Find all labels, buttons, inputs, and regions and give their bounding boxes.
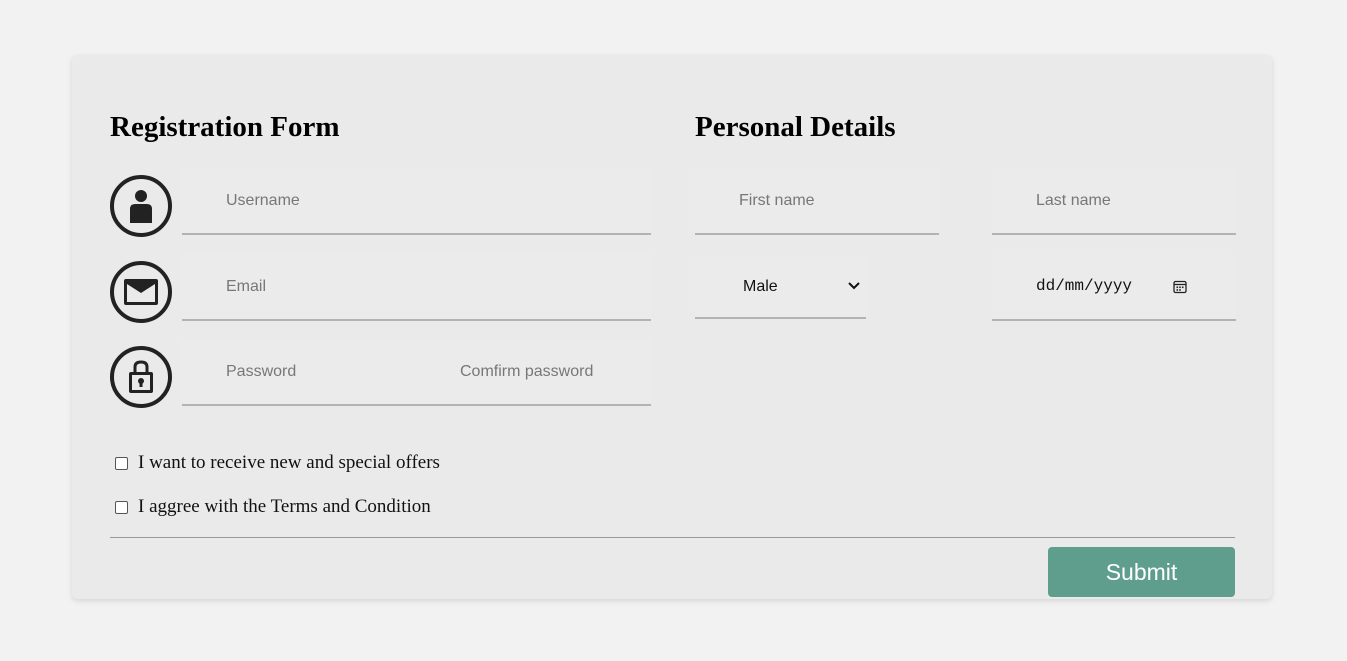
calendar-icon[interactable] <box>1173 280 1187 299</box>
birthdate-value: dd/mm/yyyy <box>1036 277 1133 295</box>
birthdate-field[interactable]: dd/mm/yyyy <box>992 255 1236 321</box>
offers-row: I want to receive new and special offers <box>115 452 440 474</box>
envelope-icon <box>110 261 172 323</box>
terms-checkbox[interactable] <box>115 500 128 514</box>
password-input[interactable] <box>182 339 416 404</box>
gender-select[interactable]: Male <box>695 256 866 319</box>
password-row <box>182 339 651 406</box>
user-icon <box>110 175 172 237</box>
divider <box>110 537 1235 538</box>
offers-checkbox[interactable] <box>115 456 128 470</box>
confirm-password-input[interactable] <box>416 339 651 404</box>
offers-label: I want to receive new and special offers <box>138 452 440 473</box>
username-input[interactable] <box>182 168 651 233</box>
registration-title: Registration Form <box>110 111 340 143</box>
username-field[interactable] <box>182 168 651 235</box>
first-name-field[interactable] <box>695 168 939 235</box>
email-input[interactable] <box>182 254 651 319</box>
lock-icon <box>110 346 172 408</box>
submit-button[interactable]: Submit <box>1048 547 1235 597</box>
personal-details-title: Personal Details <box>695 111 896 143</box>
email-field[interactable] <box>182 254 651 321</box>
terms-row: I aggree with the Terms and Condition <box>115 496 431 518</box>
last-name-field[interactable] <box>992 168 1236 235</box>
terms-label: I aggree with the Terms and Condition <box>138 496 431 517</box>
first-name-input[interactable] <box>695 168 939 233</box>
registration-card: Registration Form Personal Details Usern… <box>72 55 1272 599</box>
last-name-input[interactable] <box>992 168 1236 233</box>
gender-select-value: Male <box>743 277 778 295</box>
chevron-down-icon <box>846 278 862 299</box>
